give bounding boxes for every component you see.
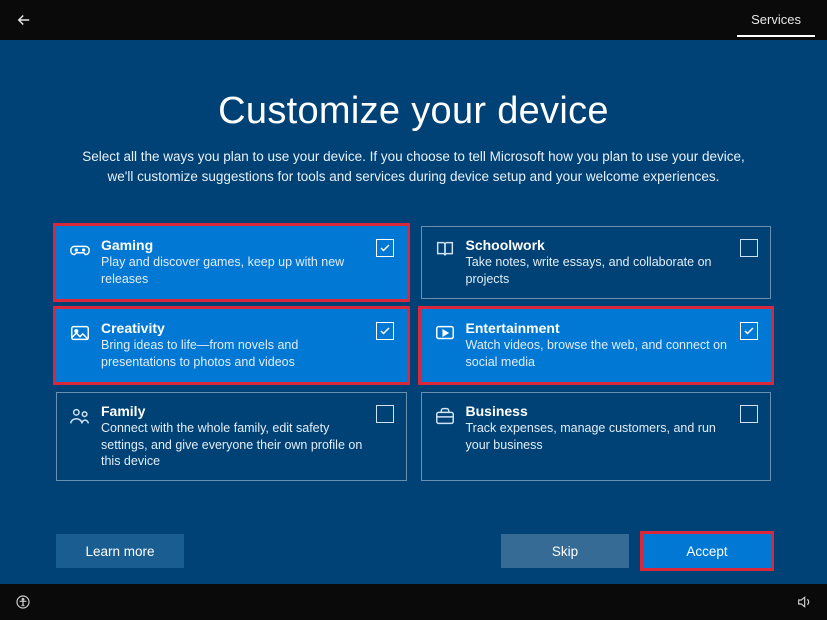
card-business[interactable]: Business Track expenses, manage customer…: [421, 392, 772, 482]
checkbox[interactable]: [376, 322, 394, 340]
card-title: Business: [466, 403, 731, 419]
check-icon: [379, 325, 391, 337]
card-title: Gaming: [101, 237, 366, 253]
checkbox[interactable]: [740, 405, 758, 423]
card-text: Entertainment Watch videos, browse the w…: [466, 320, 731, 371]
card-gaming[interactable]: Gaming Play and discover games, keep up …: [56, 226, 407, 299]
checkbox[interactable]: [740, 239, 758, 257]
page-title: Customize your device: [56, 90, 771, 133]
card-desc: Track expenses, manage customers, and ru…: [466, 420, 731, 454]
card-schoolwork[interactable]: Schoolwork Take notes, write essays, and…: [421, 226, 772, 299]
business-icon: [434, 405, 456, 427]
accessibility-icon[interactable]: [14, 593, 32, 611]
card-desc: Bring ideas to life—from novels and pres…: [101, 337, 366, 371]
card-text: Creativity Bring ideas to life—from nove…: [101, 320, 366, 371]
footer: Learn more Skip Accept: [56, 514, 771, 568]
checkbox[interactable]: [740, 322, 758, 340]
schoolwork-icon: [434, 239, 456, 261]
top-bar: Services: [0, 0, 827, 40]
card-title: Entertainment: [466, 320, 731, 336]
checkbox[interactable]: [376, 405, 394, 423]
arrow-left-icon: [15, 11, 33, 29]
check-icon: [743, 325, 755, 337]
main-content: Customize your device Select all the way…: [0, 40, 827, 584]
creativity-icon: [69, 322, 91, 344]
check-icon: [379, 242, 391, 254]
card-text: Family Connect with the whole family, ed…: [101, 403, 366, 471]
card-title: Creativity: [101, 320, 366, 336]
card-desc: Connect with the whole family, edit safe…: [101, 420, 366, 471]
learn-more-button[interactable]: Learn more: [56, 534, 184, 568]
card-desc: Take notes, write essays, and collaborat…: [466, 254, 731, 288]
bottom-bar: [0, 584, 827, 620]
card-title: Family: [101, 403, 366, 419]
card-entertainment[interactable]: Entertainment Watch videos, browse the w…: [421, 309, 772, 382]
skip-button[interactable]: Skip: [501, 534, 629, 568]
card-creativity[interactable]: Creativity Bring ideas to life—from nove…: [56, 309, 407, 382]
footer-right: Skip Accept: [501, 534, 771, 568]
gaming-icon: [69, 239, 91, 261]
family-icon: [69, 405, 91, 427]
volume-icon[interactable]: [795, 593, 813, 611]
card-desc: Watch videos, browse the web, and connec…: [466, 337, 731, 371]
card-text: Business Track expenses, manage customer…: [466, 403, 731, 454]
accept-button[interactable]: Accept: [643, 534, 771, 568]
entertainment-icon: [434, 322, 456, 344]
back-button[interactable]: [12, 8, 36, 32]
options-grid: Gaming Play and discover games, keep up …: [56, 226, 771, 481]
card-text: Schoolwork Take notes, write essays, and…: [466, 237, 731, 288]
card-family[interactable]: Family Connect with the whole family, ed…: [56, 392, 407, 482]
checkbox[interactable]: [376, 239, 394, 257]
card-text: Gaming Play and discover games, keep up …: [101, 237, 366, 288]
card-desc: Play and discover games, keep up with ne…: [101, 254, 366, 288]
page-subtitle: Select all the ways you plan to use your…: [74, 147, 754, 186]
tab-services[interactable]: Services: [737, 4, 815, 37]
card-title: Schoolwork: [466, 237, 731, 253]
